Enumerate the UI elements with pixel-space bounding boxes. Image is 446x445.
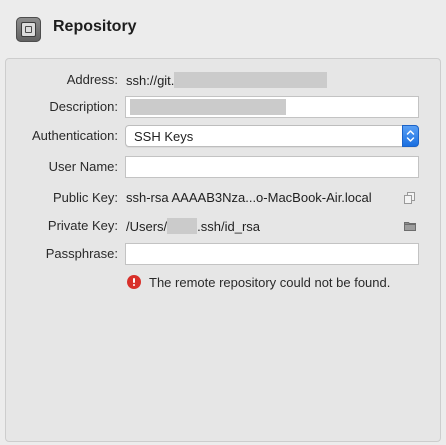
repository-settings-window: Repository Address: ssh://git. Descripti… [0, 0, 446, 445]
authentication-label: Authentication: [31, 128, 118, 143]
private-key-suffix: .ssh/id_rsa [197, 219, 261, 234]
address-row: Address: ssh://git. [0, 69, 446, 91]
error-message: The remote repository could not be found… [149, 275, 391, 290]
authentication-row: Authentication: SSH Keys [0, 125, 446, 147]
address-label: Address: [66, 72, 118, 87]
authentication-select[interactable]: SSH Keys [125, 125, 419, 147]
address-value: ssh://git. [126, 72, 328, 88]
page-title: Repository [53, 18, 137, 35]
error-icon [127, 275, 141, 289]
chevron-updown-icon[interactable] [402, 125, 419, 147]
public-key-row: Public Key: ssh-rsa AAAAB3Nza...o-MacBoo… [0, 187, 446, 209]
description-row: Description: [0, 96, 446, 118]
folder-icon[interactable] [404, 220, 416, 232]
repository-icon [16, 17, 41, 42]
private-key-value: /Users/ .ssh/id_rsa [126, 218, 260, 234]
public-key-value: ssh-rsa AAAAB3Nza...o-MacBook-Air.local [126, 190, 372, 205]
redacted-username [167, 218, 198, 234]
private-key-label: Private Key: [47, 218, 118, 233]
passphrase-field[interactable] [125, 243, 419, 265]
user-name-field[interactable] [125, 156, 419, 178]
error-message-row: The remote repository could not be found… [0, 273, 446, 293]
description-field[interactable] [125, 96, 419, 118]
redacted-description [130, 99, 286, 115]
passphrase-row: Passphrase: [0, 243, 446, 265]
copy-icon[interactable] [404, 192, 416, 204]
passphrase-label: Passphrase: [45, 246, 118, 261]
redacted-address [174, 72, 328, 88]
user-name-label: User Name: [48, 159, 118, 174]
public-key-label: Public Key: [52, 190, 118, 205]
private-key-row: Private Key: /Users/ .ssh/id_rsa [0, 215, 446, 237]
description-label: Description: [49, 99, 118, 114]
private-key-prefix: /Users/ [126, 219, 168, 234]
authentication-selected-value: SSH Keys [134, 129, 194, 144]
user-name-row: User Name: [0, 156, 446, 178]
address-prefix: ssh://git. [126, 73, 175, 88]
header: Repository [0, 0, 446, 58]
